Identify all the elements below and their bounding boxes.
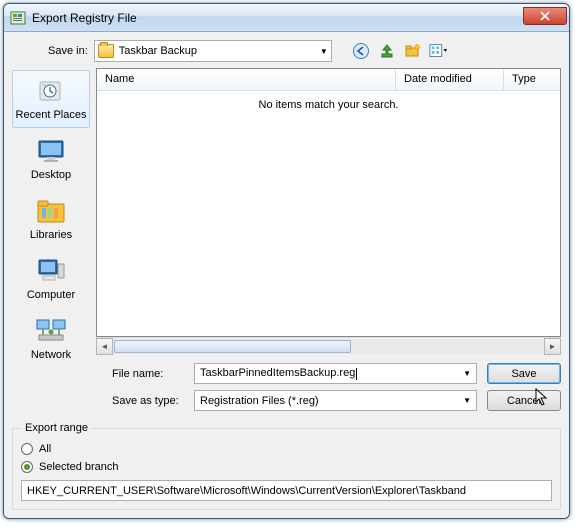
- radio-selected-branch[interactable]: [21, 461, 33, 473]
- place-label: Recent Places: [16, 109, 87, 121]
- window-title: Export Registry File: [32, 11, 523, 25]
- save-in-value: Taskbar Backup: [119, 45, 315, 57]
- radio-all-label: All: [39, 443, 51, 455]
- form-rows: File name: TaskbarPinnedItemsBackup.reg …: [96, 354, 561, 414]
- scroll-left-button[interactable]: ◄: [96, 338, 113, 355]
- computer-icon: [33, 255, 69, 287]
- filename-label: File name:: [96, 368, 184, 380]
- list-area: Name Date modified Type No items match y…: [96, 68, 561, 414]
- folder-icon: [98, 44, 114, 58]
- desktop-icon: [33, 135, 69, 167]
- col-name[interactable]: Name: [97, 69, 396, 90]
- radio-selected-row[interactable]: Selected branch: [21, 458, 552, 476]
- dialog-body: Save in: Taskbar Backup ▼: [4, 32, 569, 518]
- place-computer[interactable]: Computer: [12, 250, 90, 308]
- chevron-down-icon[interactable]: ▼: [320, 47, 328, 56]
- scroll-track[interactable]: [113, 339, 544, 354]
- horizontal-scrollbar[interactable]: ◄ ►: [96, 337, 561, 354]
- filename-row: File name: TaskbarPinnedItemsBackup.reg …: [96, 360, 561, 387]
- middle-area: Recent Places Desktop Libraries: [12, 68, 561, 414]
- save-in-dropdown[interactable]: Taskbar Backup ▼: [94, 40, 332, 62]
- place-desktop[interactable]: Desktop: [12, 130, 90, 188]
- app-icon: [10, 10, 26, 26]
- network-icon: [33, 315, 69, 347]
- export-range-legend: Export range: [21, 422, 92, 434]
- chevron-down-icon[interactable]: ▼: [460, 369, 474, 378]
- view-menu-button[interactable]: [428, 40, 450, 62]
- column-headers[interactable]: Name Date modified Type: [97, 69, 560, 91]
- place-label: Libraries: [30, 229, 72, 241]
- saveastype-row: Save as type: Registration Files (*.reg)…: [96, 387, 561, 414]
- recent-icon: [33, 75, 69, 107]
- filename-value: TaskbarPinnedItemsBackup.reg: [200, 367, 460, 379]
- cancel-button[interactable]: Cancel: [487, 390, 561, 411]
- dialog-window: Export Registry File Save in: Taskbar Ba…: [3, 3, 570, 519]
- places-bar: Recent Places Desktop Libraries: [12, 68, 90, 414]
- up-one-level-button[interactable]: [376, 40, 398, 62]
- chevron-down-icon[interactable]: ▼: [460, 396, 474, 405]
- close-button[interactable]: [523, 7, 567, 25]
- radio-all[interactable]: [21, 443, 33, 455]
- place-label: Desktop: [31, 169, 71, 181]
- nav-toolbar: [350, 40, 450, 62]
- titlebar[interactable]: Export Registry File: [4, 4, 569, 32]
- libraries-icon: [33, 195, 69, 227]
- export-range-group: Export range All Selected branch: [12, 422, 561, 510]
- col-date[interactable]: Date modified: [396, 69, 504, 90]
- radio-all-row[interactable]: All: [21, 440, 552, 458]
- empty-message: No items match your search.: [97, 99, 560, 111]
- radio-selected-label: Selected branch: [39, 461, 119, 473]
- new-folder-button[interactable]: [402, 40, 424, 62]
- col-type[interactable]: Type: [504, 69, 560, 90]
- place-network[interactable]: Network: [12, 310, 90, 368]
- saveastype-label: Save as type:: [96, 395, 184, 407]
- saveastype-dropdown[interactable]: Registration Files (*.reg) ▼: [194, 390, 477, 411]
- place-recent[interactable]: Recent Places: [12, 70, 90, 128]
- saveastype-value: Registration Files (*.reg): [200, 395, 460, 407]
- back-button[interactable]: [350, 40, 372, 62]
- place-label: Network: [31, 349, 71, 361]
- scroll-thumb[interactable]: [114, 340, 351, 353]
- file-list[interactable]: Name Date modified Type No items match y…: [96, 68, 561, 337]
- scroll-right-button[interactable]: ►: [544, 338, 561, 355]
- place-label: Computer: [27, 289, 75, 301]
- save-in-label: Save in:: [48, 45, 88, 57]
- branch-path-input[interactable]: [21, 480, 552, 501]
- save-in-bar: Save in: Taskbar Backup ▼: [12, 38, 561, 68]
- place-libraries[interactable]: Libraries: [12, 190, 90, 248]
- filename-input[interactable]: TaskbarPinnedItemsBackup.reg ▼: [194, 363, 477, 384]
- save-button[interactable]: Save: [487, 363, 561, 384]
